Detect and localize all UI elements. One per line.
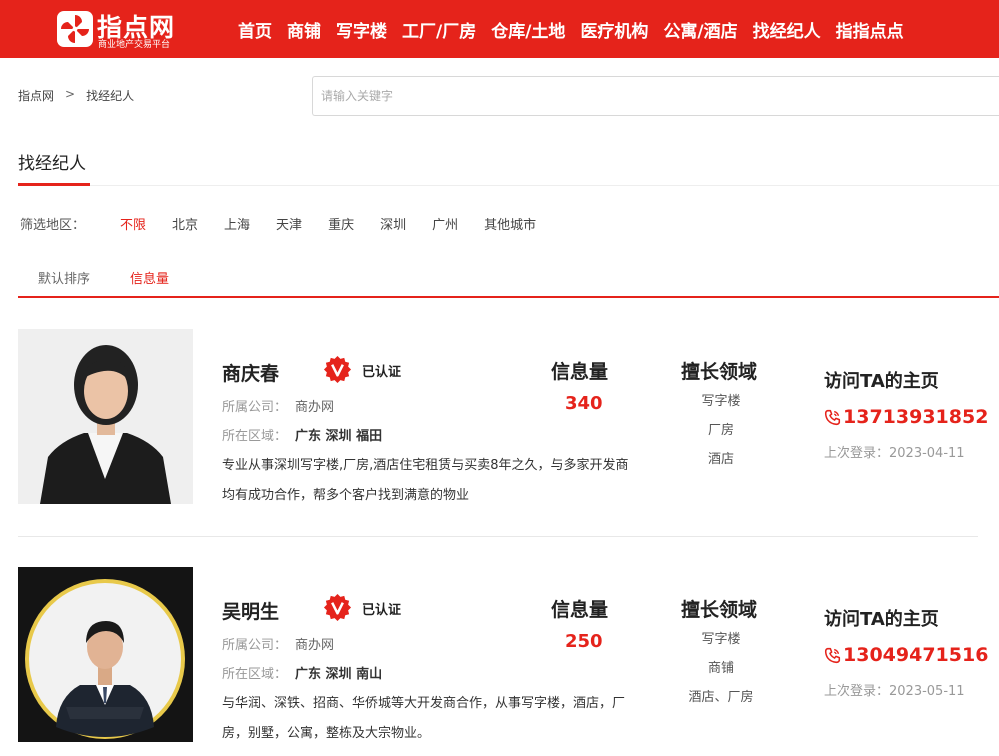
- verified-label: 已认证: [362, 603, 402, 618]
- sort-divider: [18, 296, 999, 298]
- specialty-item: 商铺: [707, 661, 734, 676]
- specialty-item: 酒店、厂房: [688, 690, 754, 705]
- nav-home[interactable]: 首页: [238, 17, 272, 42]
- logo-pinwheel-icon: [57, 11, 93, 47]
- area-value: 广东 深圳 南山: [295, 667, 383, 682]
- search-input[interactable]: [312, 76, 999, 116]
- card-divider: [18, 536, 978, 537]
- phone-number[interactable]: 13049471516: [843, 644, 988, 666]
- last-login: 上次登录：2023-05-11: [824, 684, 965, 699]
- company-value: 商办网: [295, 400, 335, 415]
- company-row: 所属公司： 商办网: [222, 396, 334, 415]
- specialty-item: 厂房: [707, 423, 734, 438]
- agent-description: 专业从事深圳写字楼,厂房,酒店住宅租赁与买卖8年之久，与多家开发商均有成功合作，…: [222, 458, 629, 503]
- company-row: 所属公司： 商办网: [222, 634, 334, 653]
- verified-badge-icon: [323, 593, 352, 622]
- nav-forum[interactable]: 指指点点: [836, 17, 904, 42]
- specialty-label: 擅长领域: [681, 361, 758, 383]
- phone-icon: [824, 409, 841, 425]
- specialty-item: 写字楼: [701, 632, 741, 647]
- verified-badge-icon: [323, 355, 352, 384]
- agent-name[interactable]: 吴明生: [222, 597, 279, 624]
- info-count-value: 250: [565, 631, 603, 652]
- agent-portrait-icon: [18, 567, 193, 742]
- visit-homepage-link[interactable]: 访问TA的主页: [824, 605, 939, 631]
- agent-portrait-icon: [18, 329, 193, 504]
- specialty-item: 写字楼: [701, 394, 741, 409]
- nav-apartments[interactable]: 公寓/酒店: [663, 17, 737, 42]
- agent-photo[interactable]: [18, 567, 193, 742]
- breadcrumb-separator: >: [65, 87, 76, 101]
- agent-description: 与华润、深铁、招商、华侨城等大开发商合作，从事写字楼，酒店，厂房，别墅，公寓，整…: [222, 696, 626, 741]
- specialty-label: 擅长领域: [681, 599, 758, 621]
- nav-find-agent[interactable]: 找经纪人: [753, 17, 821, 42]
- visit-homepage-link[interactable]: 访问TA的主页: [824, 367, 939, 393]
- phone-row[interactable]: 13713931852: [824, 406, 988, 428]
- title-divider: [18, 185, 999, 186]
- filter-option-beijing[interactable]: 北京: [172, 214, 198, 233]
- agent-photo[interactable]: [18, 329, 193, 504]
- info-count-label: 信息量: [551, 599, 609, 621]
- area-row: 所在区域： 广东 深圳 福田: [222, 425, 382, 444]
- specialty-item: 酒店: [707, 452, 734, 467]
- agent-name[interactable]: 商庆春: [222, 359, 279, 386]
- top-header: 指点网 商业地产交易平台 首页 商铺 写字楼 工厂/厂房 仓库/土地 医疗机构 …: [0, 0, 999, 58]
- filter-option-other[interactable]: 其他城市: [484, 214, 536, 233]
- filter-option-shenzhen[interactable]: 深圳: [380, 214, 406, 233]
- area-row: 所在区域： 广东 深圳 南山: [222, 663, 382, 682]
- title-underline: [18, 183, 90, 186]
- page-title: 找经纪人: [18, 154, 86, 174]
- breadcrumb-home[interactable]: 指点网: [18, 87, 54, 104]
- sort-tabs: 默认排序 信息量: [38, 268, 209, 287]
- main-nav: 首页 商铺 写字楼 工厂/厂房 仓库/土地 医疗机构 公寓/酒店 找经纪人 指指…: [238, 0, 919, 58]
- last-login: 上次登录：2023-04-11: [824, 446, 965, 461]
- logo-subtitle: 商业地产交易平台: [98, 40, 171, 50]
- area-label: 所在区域：: [222, 667, 288, 682]
- breadcrumb: 指点网 > 找经纪人: [18, 87, 134, 104]
- phone-row[interactable]: 13049471516: [824, 644, 988, 666]
- phone-icon: [824, 647, 841, 663]
- verified-label: 已认证: [362, 365, 402, 380]
- agent-card: 吴明生 已认证 所属公司： 商办网 所在区域： 广东 深圳 南山 与华润、深铁、招商…: [0, 567, 999, 756]
- nav-medical[interactable]: 医疗机构: [580, 17, 648, 42]
- sort-tab-default[interactable]: 默认排序: [38, 268, 90, 287]
- filter-option-tianjin[interactable]: 天津: [276, 214, 302, 233]
- company-label: 所属公司：: [222, 400, 288, 415]
- sort-tab-info-count[interactable]: 信息量: [130, 268, 169, 287]
- nav-factories[interactable]: 工厂/厂房: [402, 17, 476, 42]
- specialty-list: 写字楼 商铺 酒店、厂房: [661, 629, 781, 716]
- filter-option-shanghai[interactable]: 上海: [224, 214, 250, 233]
- agent-card: 商庆春 已认证 所属公司： 商办网 所在区域： 广东 深圳 福田 专业从事深圳写字楼…: [0, 329, 999, 537]
- nav-shops[interactable]: 商铺: [287, 17, 321, 42]
- nav-offices[interactable]: 写字楼: [336, 17, 387, 42]
- area-value: 广东 深圳 福田: [295, 429, 383, 444]
- area-label: 所在区域：: [222, 429, 288, 444]
- region-filter: 筛选地区： 不限 北京 上海 天津 重庆 深圳 广州 其他城市: [20, 214, 562, 233]
- breadcrumb-current: 找经纪人: [86, 89, 135, 103]
- company-label: 所属公司：: [222, 638, 288, 653]
- phone-number[interactable]: 13713931852: [843, 406, 988, 428]
- site-logo[interactable]: 指点网 商业地产交易平台: [56, 9, 188, 50]
- filter-option-all[interactable]: 不限: [120, 214, 146, 233]
- filter-option-guangzhou[interactable]: 广州: [432, 214, 458, 233]
- info-count-label: 信息量: [551, 361, 609, 383]
- nav-warehouses[interactable]: 仓库/土地: [491, 17, 565, 42]
- info-count-value: 340: [565, 393, 603, 414]
- filter-label: 筛选地区：: [20, 218, 86, 233]
- specialty-list: 写字楼 厂房 酒店: [661, 391, 781, 478]
- company-value: 商办网: [295, 638, 335, 653]
- filter-option-chongqing[interactable]: 重庆: [328, 214, 354, 233]
